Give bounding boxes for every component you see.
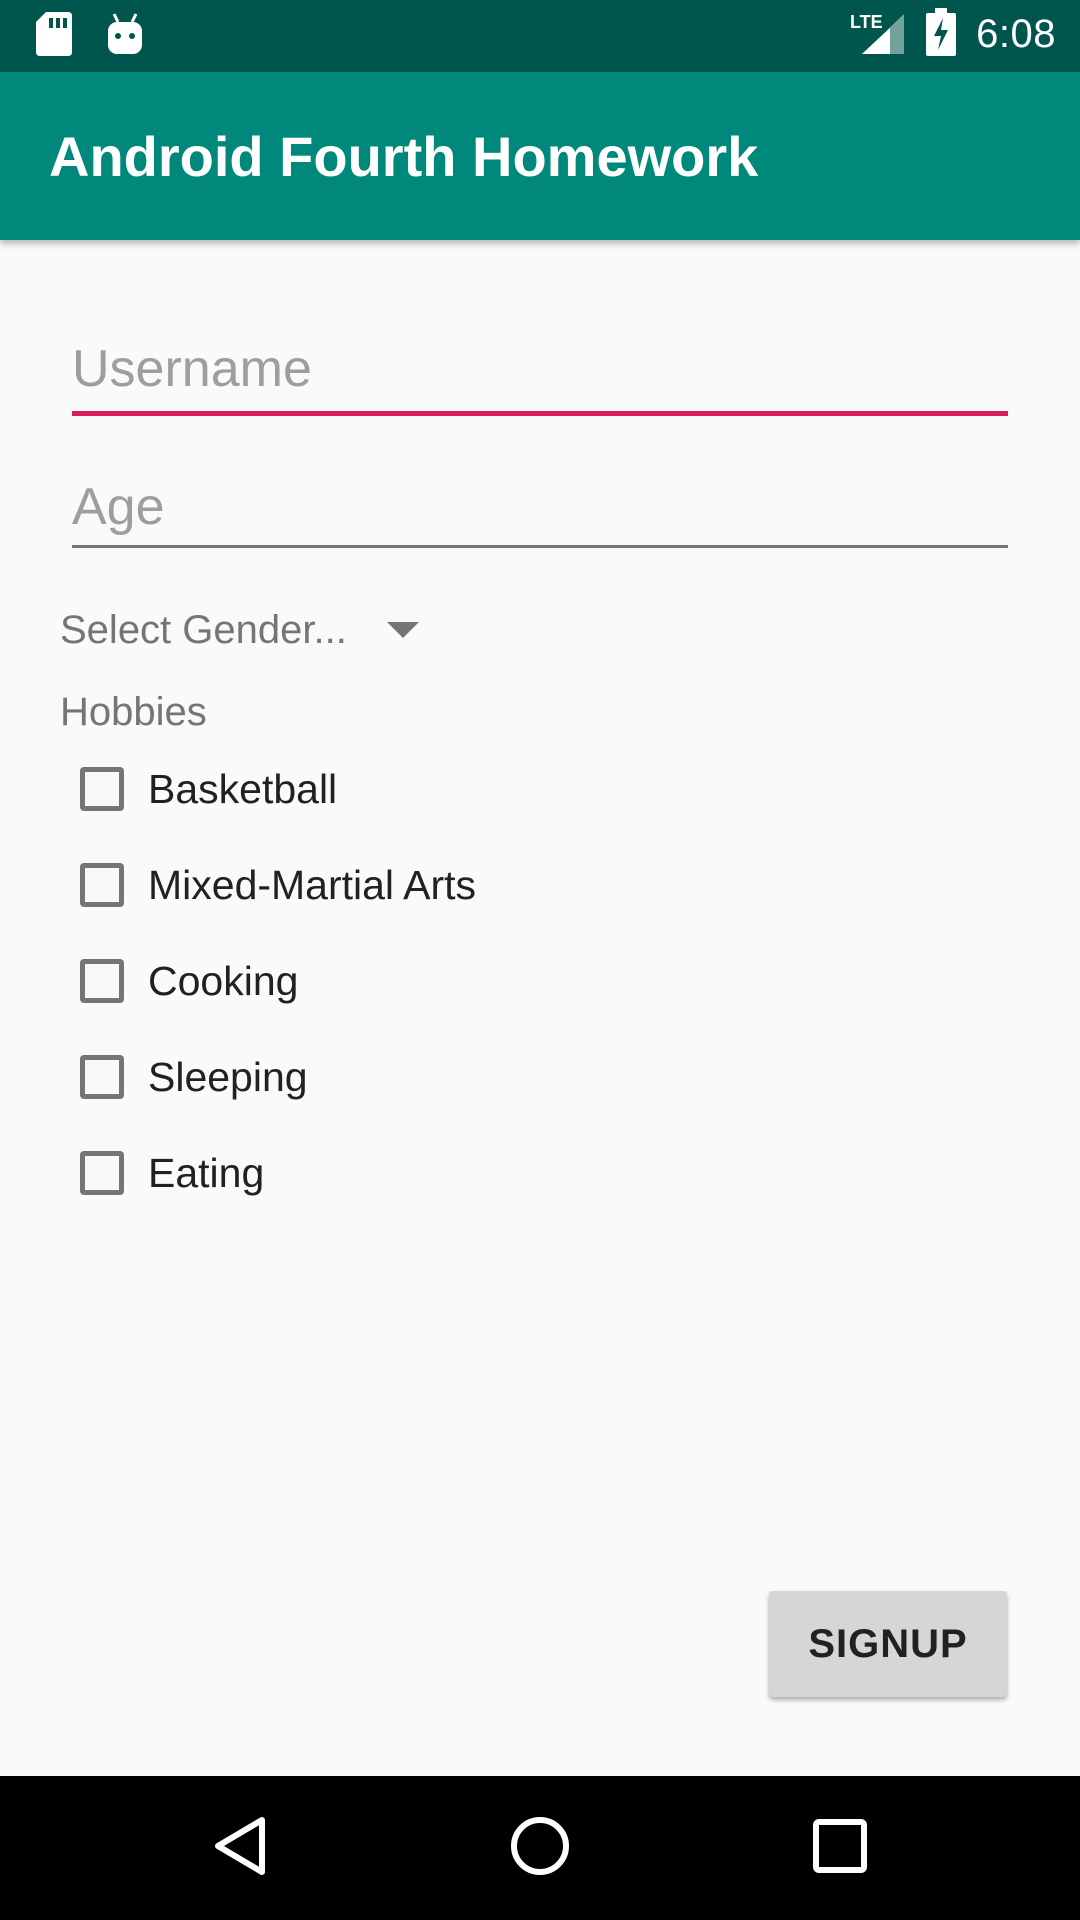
checkbox-icon[interactable] bbox=[80, 1055, 124, 1099]
hobby-label: Basketball bbox=[148, 765, 338, 812]
hobby-label: Mixed-Martial Arts bbox=[148, 861, 477, 908]
hobby-checkbox-eating[interactable]: Eating bbox=[80, 1138, 264, 1208]
navigation-bar bbox=[0, 1776, 1080, 1920]
android-icon bbox=[106, 12, 144, 61]
username-input[interactable] bbox=[72, 334, 1008, 404]
home-icon bbox=[508, 1814, 572, 1883]
lte-signal-icon: LTE bbox=[850, 8, 906, 61]
gender-spinner[interactable]: Select Gender... bbox=[60, 600, 419, 660]
hobby-checkbox-sleeping[interactable]: Sleeping bbox=[80, 1042, 308, 1112]
checkbox-icon[interactable] bbox=[80, 863, 124, 907]
back-icon bbox=[210, 1814, 270, 1883]
username-underline bbox=[72, 411, 1008, 416]
sd-card-icon bbox=[36, 12, 72, 61]
signup-button[interactable]: SIGNUP bbox=[769, 1591, 1007, 1697]
username-field[interactable] bbox=[72, 334, 1008, 416]
hobby-checkbox-mixed-martial-arts[interactable]: Mixed-Martial Arts bbox=[80, 850, 476, 920]
recents-icon bbox=[812, 1818, 868, 1879]
hobby-label: Sleeping bbox=[148, 1053, 308, 1100]
status-time: 6:08 bbox=[976, 12, 1056, 56]
dropdown-arrow-icon bbox=[386, 622, 419, 638]
age-field[interactable] bbox=[72, 472, 1008, 548]
hobby-checkbox-cooking[interactable]: Cooking bbox=[80, 946, 298, 1016]
age-underline bbox=[72, 545, 1008, 548]
hobby-checkbox-basketball[interactable]: Basketball bbox=[80, 754, 337, 824]
gender-selected-value: Select Gender... bbox=[60, 607, 347, 652]
checkbox-icon[interactable] bbox=[80, 1151, 124, 1195]
hobby-label: Cooking bbox=[148, 957, 299, 1004]
age-input[interactable] bbox=[72, 472, 1008, 542]
app-bar: Android Fourth Homework bbox=[0, 72, 1080, 240]
svg-text:LTE: LTE bbox=[850, 12, 883, 32]
checkbox-icon[interactable] bbox=[80, 767, 124, 811]
app-title: Android Fourth Homework bbox=[49, 125, 759, 188]
hobby-label: Eating bbox=[148, 1149, 265, 1196]
recents-button[interactable] bbox=[770, 1776, 910, 1920]
hobbies-label: Hobbies bbox=[60, 690, 207, 734]
status-bar: LTE 6:08 bbox=[0, 0, 1080, 72]
home-button[interactable] bbox=[470, 1776, 610, 1920]
back-button[interactable] bbox=[170, 1776, 310, 1920]
battery-charging-icon bbox=[926, 8, 957, 61]
checkbox-icon[interactable] bbox=[80, 959, 124, 1003]
